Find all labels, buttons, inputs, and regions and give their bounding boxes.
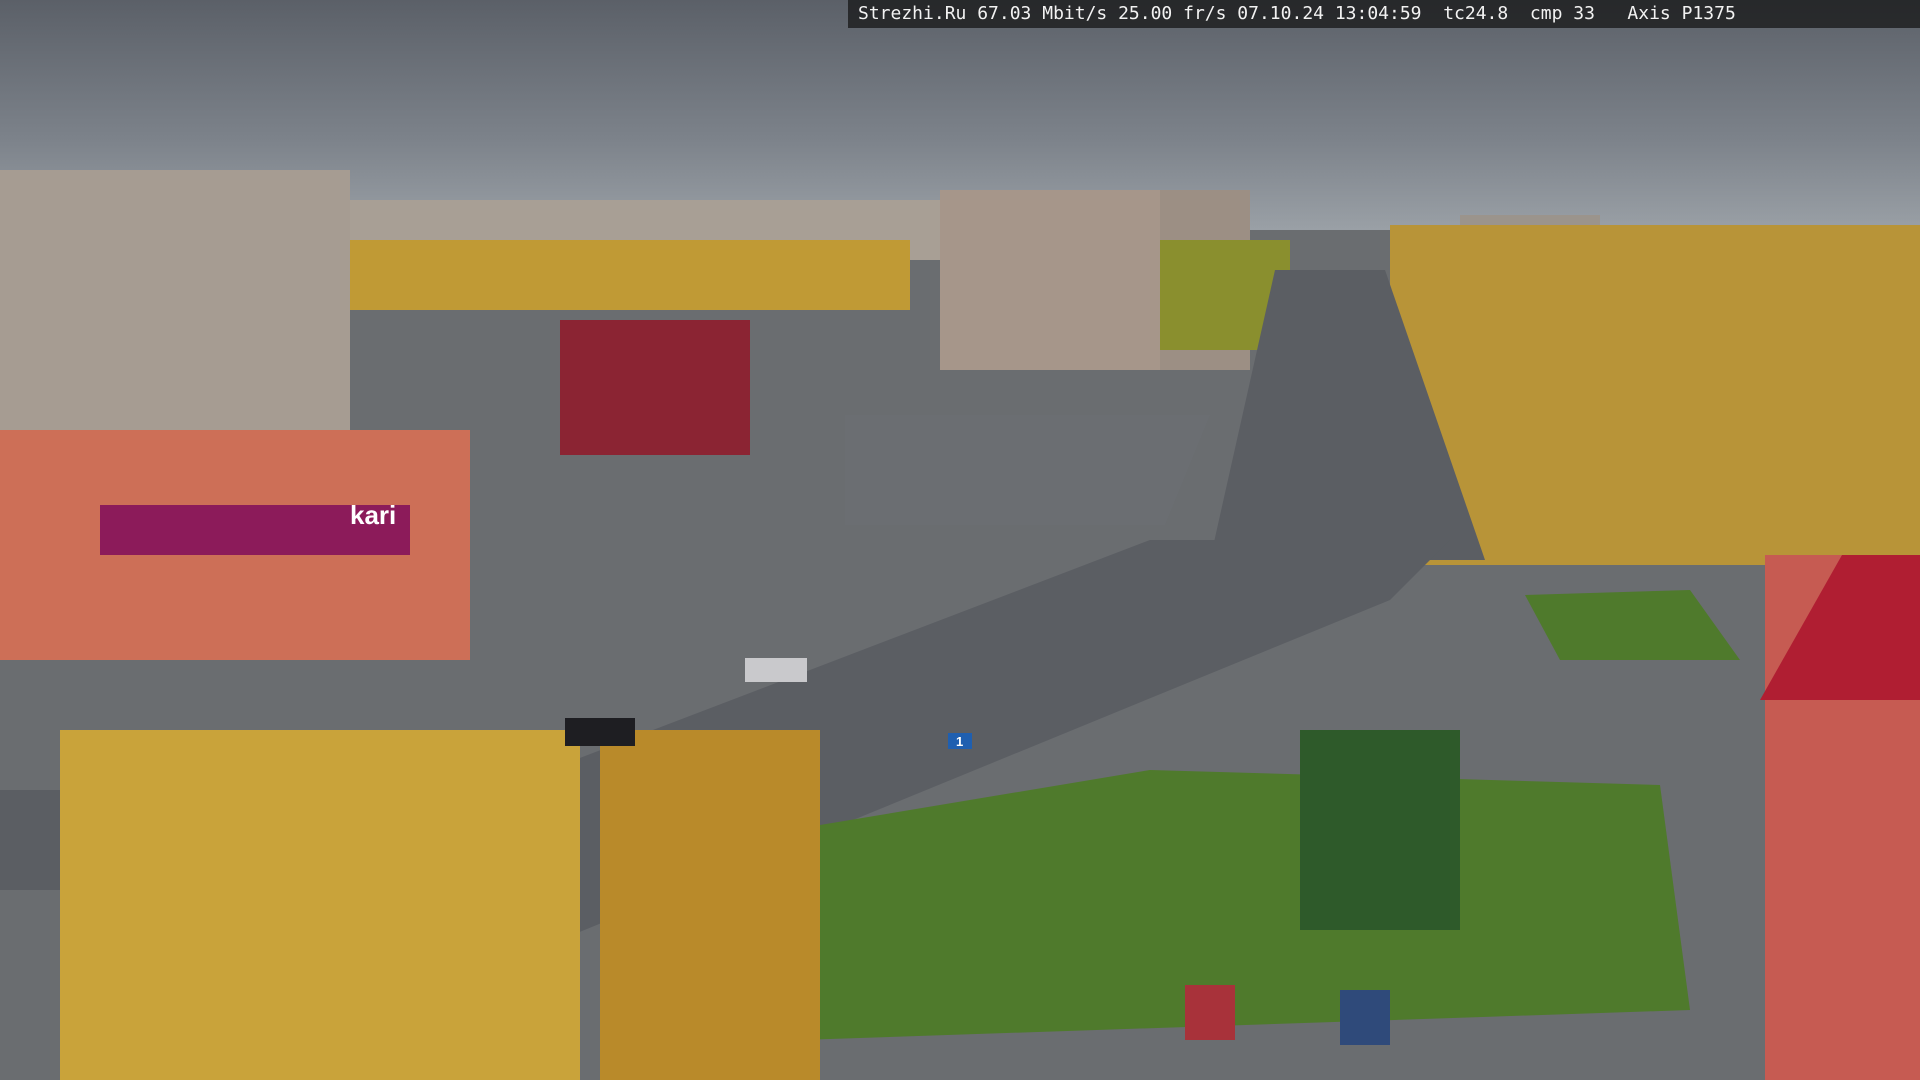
grass-median-front: [790, 770, 1690, 1040]
conifer-tree: [1300, 730, 1460, 930]
tower-block-right: [940, 190, 1160, 370]
store-brand-sign: kari: [350, 500, 396, 530]
camera-info-overlay: Strezhi.Ru 67.03 Mbit/s 25.00 fr/s 07.10…: [848, 0, 1920, 28]
red-roof-building: [560, 320, 750, 455]
foreground-trees: [60, 730, 820, 1080]
town-square: [845, 415, 1210, 525]
camera-scene: kari 1: [0, 0, 1920, 1080]
route-sign-label: 1: [956, 734, 963, 749]
